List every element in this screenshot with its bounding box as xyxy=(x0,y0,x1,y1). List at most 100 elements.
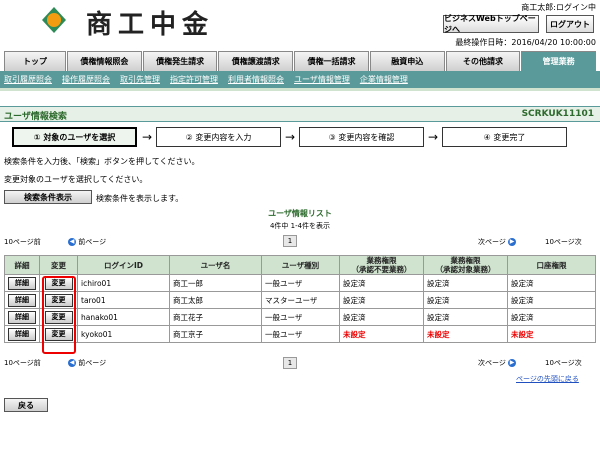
auth-no-approval: 設定済 xyxy=(339,308,424,326)
logo-icon xyxy=(42,7,66,33)
auth-approval: 未設定 xyxy=(423,325,508,343)
logo-text: 商工中金 xyxy=(86,10,215,40)
subnav-operation-history[interactable]: 操作履歴照会 xyxy=(62,74,110,85)
result-count: 4件中 1-4件を表示 xyxy=(269,222,331,230)
next-page-link[interactable]: 次ページ ▶ xyxy=(478,358,517,368)
tab-credit-issue[interactable]: 債権発生請求 xyxy=(142,51,218,71)
col-auth-approval: 業務権限 （承認対象業務） xyxy=(423,255,508,275)
col-user-name: ユーザ名 xyxy=(169,255,262,275)
account-auth: 設定済 xyxy=(507,308,596,326)
login-id: hanako01 xyxy=(77,308,170,326)
tab-credit-info[interactable]: 債権情報照会 xyxy=(67,51,142,71)
screen-code: SCRKUK11101 xyxy=(521,109,594,119)
login-id: taro01 xyxy=(77,291,170,309)
arrow-left-icon: ◀ xyxy=(68,359,76,367)
page-title-bar: ユーザ情報検索 SCRKUK11101 xyxy=(0,106,600,122)
table-row: 詳細 変更 ichiro01 商工一郎 一般ユーザ 設定済 設定済 設定済 xyxy=(4,274,596,292)
tab-admin[interactable]: 管理業務 xyxy=(521,51,597,71)
detail-cell: 詳細 xyxy=(4,308,40,326)
tab-top[interactable]: トップ xyxy=(4,51,66,71)
detail-button[interactable]: 詳細 xyxy=(8,276,36,290)
next-page-link[interactable]: 次ページ ▶ xyxy=(478,237,517,247)
list-title: ユーザ情報リスト xyxy=(268,209,332,218)
sub-navigation: 取引履歴照会 操作履歴照会 取引先管理 指定許可管理 利用者情報照会 ユーザ情報… xyxy=(0,71,600,88)
next-10-pages-label: 10ページ次 xyxy=(545,359,582,367)
detail-cell: 詳細 xyxy=(4,274,40,292)
subnav-user-info-management[interactable]: ユーザ情報管理 xyxy=(294,74,350,85)
main-tabs: トップ 債権情報照会 債権発生請求 債権譲渡請求 債権一括請求 融資申込 その他… xyxy=(4,51,597,71)
step-select-user: ① 対象のユーザを選択 xyxy=(12,127,137,147)
detail-cell: 詳細 xyxy=(4,291,40,309)
detail-cell: 詳細 xyxy=(4,325,40,343)
col-login-id: ログインID xyxy=(77,255,170,275)
back-to-top-link[interactable]: ページの先頭に戻る xyxy=(516,374,579,384)
change-buttons-highlight xyxy=(42,276,76,354)
account-auth: 未設定 xyxy=(507,325,596,343)
detail-button[interactable]: 詳細 xyxy=(8,293,36,307)
arrow-right-icon: → xyxy=(428,130,439,144)
account-auth: 設定済 xyxy=(507,291,596,309)
user-type: 一般ユーザ xyxy=(261,274,340,292)
auth-no-approval: 設定済 xyxy=(339,291,424,309)
auth-no-approval: 設定済 xyxy=(339,274,424,292)
instruction-line-2: 変更対象のユーザを選択してください。 xyxy=(4,175,148,184)
arrow-right-icon: → xyxy=(285,130,296,144)
tab-bulk-request[interactable]: 債権一括請求 xyxy=(294,51,369,71)
user-name: 商工太郎 xyxy=(169,291,262,309)
table-header-row: 詳細 変更 ログインID ユーザ名 ユーザ種別 業務権限 （承認不要業務） 業務… xyxy=(4,255,596,275)
subnav-transaction-history[interactable]: 取引履歴照会 xyxy=(4,74,52,85)
col-auth-no-approval: 業務権限 （承認不要業務） xyxy=(339,255,424,275)
page-number[interactable]: 1 xyxy=(283,235,297,247)
user-list-table: 詳細 変更 ログインID ユーザ名 ユーザ種別 業務権限 （承認不要業務） 業務… xyxy=(4,255,596,343)
show-search-conditions-button[interactable]: 検索条件表示 xyxy=(4,190,92,204)
auth-no-approval: 未設定 xyxy=(339,325,424,343)
table-row: 詳細 変更 hanako01 商工花子 一般ユーザ 設定済 設定済 設定済 xyxy=(4,308,596,326)
prev-10-pages-label: 10ページ前 xyxy=(4,359,41,367)
subnav-user-info-inquiry[interactable]: 利用者情報照会 xyxy=(228,74,284,85)
webtop-button[interactable]: ビジネスWebトップページへ xyxy=(443,14,539,34)
user-name: 商工花子 xyxy=(169,308,262,326)
user-type: 一般ユーザ xyxy=(261,308,340,326)
col-user-type: ユーザ種別 xyxy=(261,255,340,275)
user-login-status: 商工太郎:ログイン中 xyxy=(521,3,596,12)
login-id: kyoko01 xyxy=(77,325,170,343)
tab-other-requests[interactable]: その他請求 xyxy=(445,51,521,71)
next-10-pages-label: 10ページ次 xyxy=(545,238,582,246)
subnav-permission-management[interactable]: 指定許可管理 xyxy=(170,74,218,85)
page-title: ユーザ情報検索 xyxy=(4,112,67,122)
arrow-right-icon: ▶ xyxy=(508,238,517,246)
user-name: 商工京子 xyxy=(169,325,262,343)
arrow-right-icon: ▶ xyxy=(508,359,517,367)
detail-button[interactable]: 詳細 xyxy=(8,327,36,341)
user-type: 一般ユーザ xyxy=(261,325,340,343)
login-id: ichiro01 xyxy=(77,274,170,292)
tab-credit-transfer[interactable]: 債権譲渡請求 xyxy=(218,51,294,71)
prev-page-link[interactable]: ◀ 前ページ xyxy=(68,358,106,368)
search-conditions-note: 検索条件を表示します。 xyxy=(96,194,184,203)
logout-button[interactable]: ログアウト xyxy=(546,15,594,33)
auth-approval: 設定済 xyxy=(423,274,508,292)
col-account-auth: 口座権限 xyxy=(507,255,596,275)
user-type: マスターユーザ xyxy=(261,291,340,309)
col-detail: 詳細 xyxy=(4,255,40,275)
detail-button[interactable]: 詳細 xyxy=(8,310,36,324)
back-button[interactable]: 戻る xyxy=(4,398,48,412)
step-confirm-changes: ③ 変更内容を確認 xyxy=(299,127,424,147)
subnav-company-info-management[interactable]: 企業情報管理 xyxy=(360,74,408,85)
tab-loan-application[interactable]: 融資申込 xyxy=(369,51,445,71)
page-number[interactable]: 1 xyxy=(283,357,297,369)
prev-page-link[interactable]: ◀ 前ページ xyxy=(68,237,106,247)
prev-10-pages-label: 10ページ前 xyxy=(4,238,41,246)
step-complete: ④ 変更完了 xyxy=(442,127,567,147)
divider xyxy=(0,88,600,91)
user-name: 商工一郎 xyxy=(169,274,262,292)
account-auth: 設定済 xyxy=(507,274,596,292)
table-row: 詳細 変更 taro01 商工太郎 マスターユーザ 設定済 設定済 設定済 xyxy=(4,291,596,309)
table-row: 詳細 変更 kyoko01 商工京子 一般ユーザ 未設定 未設定 未設定 xyxy=(4,325,596,343)
col-change: 変更 xyxy=(39,255,78,275)
subnav-partner-management[interactable]: 取引先管理 xyxy=(120,74,160,85)
auth-approval: 設定済 xyxy=(423,308,508,326)
arrow-left-icon: ◀ xyxy=(68,238,76,246)
instruction-line-1: 検索条件を入力後、「検索」ボタンを押してください。 xyxy=(4,157,200,166)
arrow-right-icon: → xyxy=(142,130,153,144)
